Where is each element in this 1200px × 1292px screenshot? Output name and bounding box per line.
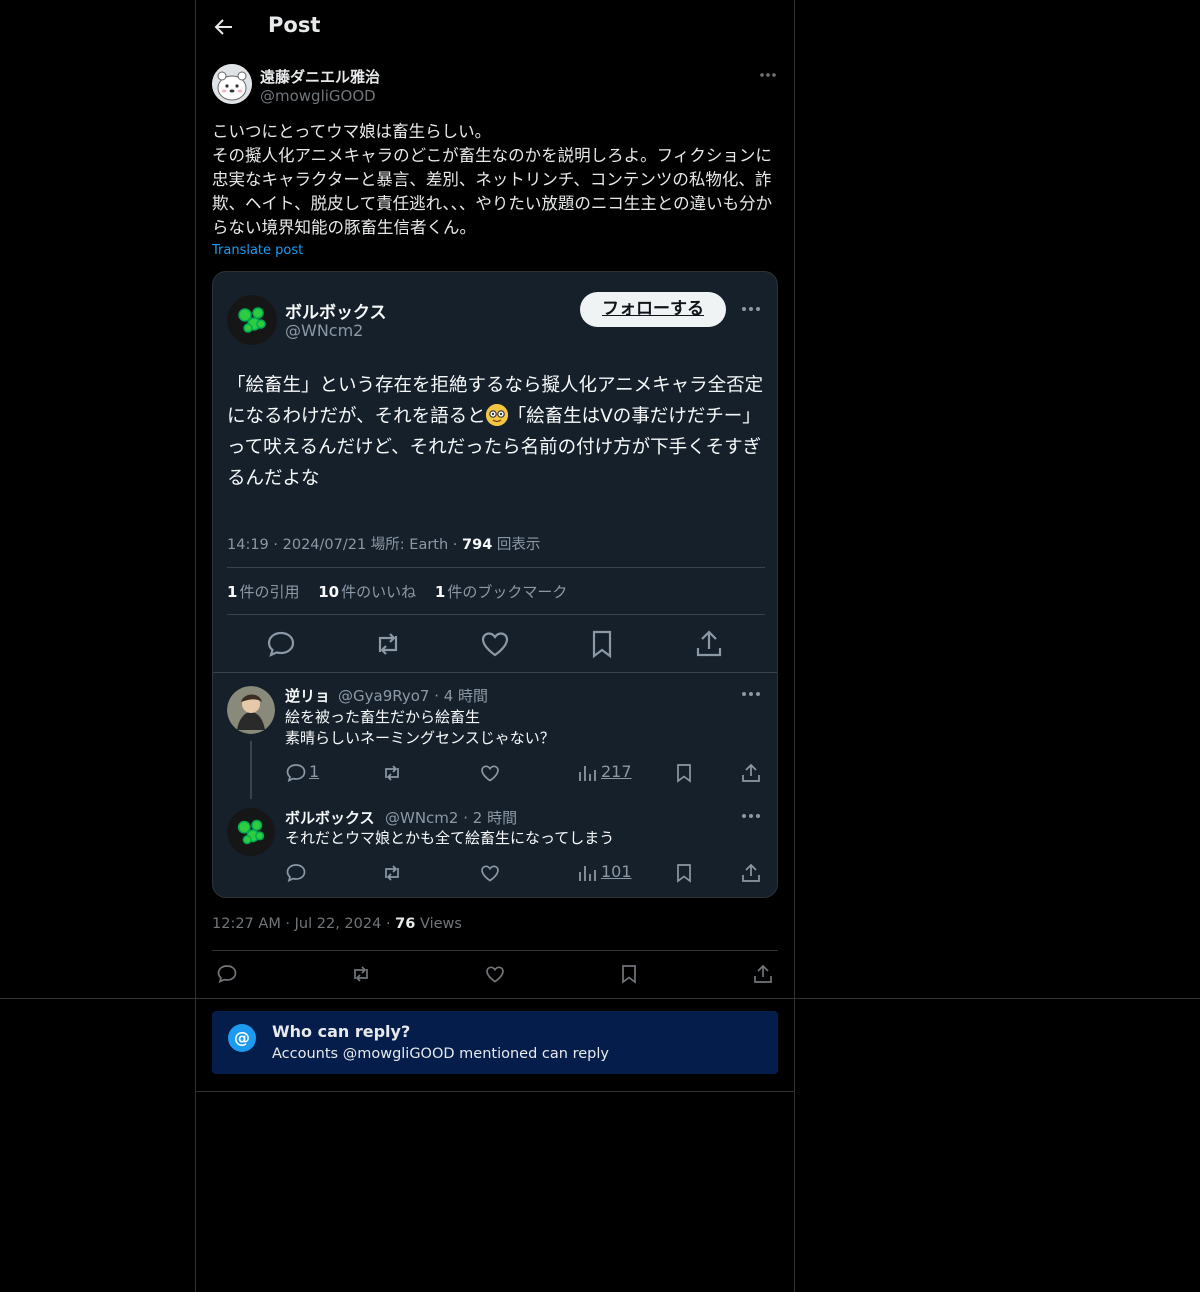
bookmarks-count: 1 [434, 583, 446, 601]
heart-icon [479, 762, 501, 784]
bookmarks-stat: 1 件のブックマーク [435, 583, 567, 601]
heart-icon [479, 862, 501, 884]
likes-label: 件のいいね [341, 583, 417, 601]
embed-text: 「絵畜生」という存在を拒絶するなら擬人化アニメキャラ全否定になるわけだが、それを… [227, 370, 767, 494]
quotes-count: 1 [227, 583, 238, 601]
reply-avatar [227, 808, 275, 856]
quotes-stat: 1 件の引用 [227, 583, 299, 601]
views-count: 101 [601, 862, 632, 881]
post-views-count: 76 [395, 916, 416, 932]
anime-avatar-icon [227, 686, 275, 734]
reply-text: それだとウマ娘とかも全て絵畜生になってしまう [285, 829, 615, 847]
likes-count: 10 [318, 583, 340, 601]
who-can-reply-banner: @ Who can reply? Accounts @mowgliGOOD me… [212, 1011, 778, 1074]
bookmarks-label: 件のブックマーク [447, 583, 568, 601]
post-timestamp: 12:27 AM · Jul 22, 2024 · 76 Views [212, 916, 462, 932]
arrow-left-icon [214, 19, 232, 35]
bookmark-icon [622, 965, 636, 984]
embed-more-icon [739, 300, 763, 318]
post-time[interactable]: 12:27 AM [212, 916, 281, 932]
reply-count: 1 [309, 762, 320, 781]
reply-more-icon [739, 807, 763, 825]
views-icon [577, 762, 599, 784]
retweet-icon [381, 762, 403, 784]
embed-replies: 逆リョ @Gya9Ryo7 · 4 時間 絵を被った畜生だから絵畜生 素晴らしい… [213, 672, 777, 897]
post-text: こいつにとってウマ娘は畜生らしい。 その擬人化アニメキャラのどこが畜生なのかを説… [212, 122, 773, 237]
retweet-icon [372, 628, 404, 660]
avatar[interactable] [212, 64, 252, 104]
more-dots-icon [760, 73, 776, 77]
back-button[interactable] [212, 16, 236, 38]
translate-link[interactable]: Translate post [212, 243, 303, 258]
reply-meta: @WNcm2 · 2 時間 [385, 809, 518, 827]
nerd-face-emoji-icon [485, 404, 508, 426]
share-icon [754, 964, 772, 983]
more-options-button[interactable] [756, 66, 780, 84]
embed-stats: 1 件の引用 10 件のいいね 1 件のブックマーク [227, 581, 581, 602]
volvox-avatar-icon [227, 295, 277, 345]
heart-icon [486, 966, 504, 983]
views-icon [577, 862, 599, 884]
reply-author-name: ボルボックス [285, 809, 375, 827]
author-name[interactable]: 遠藤ダニエル雅治 [260, 66, 380, 87]
heart-icon [479, 628, 511, 660]
views-count: 217 [601, 762, 632, 781]
reply-button[interactable] [216, 963, 238, 985]
bookmark-button[interactable] [618, 963, 640, 985]
who-can-reply-subtitle: Accounts @mowgliGOOD mentioned can reply [272, 1046, 609, 1062]
divider [0, 998, 1200, 999]
retweet-icon [354, 966, 368, 982]
more-dots-icon [742, 307, 760, 311]
bookmark-icon [673, 762, 695, 784]
embed-author-handle: @WNcm2 [285, 321, 364, 340]
bear-avatar-icon [212, 64, 252, 104]
quotes-label: 件の引用 [239, 583, 300, 601]
like-button[interactable] [484, 963, 506, 985]
post-date[interactable]: Jul 22, 2024 [295, 916, 382, 932]
embedded-image[interactable]: ボルボックス @WNcm2 フォローする 「絵畜生」という存在を拒絶するなら擬人… [212, 271, 778, 898]
reply-text: 絵を被った畜生だから絵畜生 素晴らしいネーミングセンスじゃない？ [285, 708, 555, 747]
reply-icon [285, 862, 307, 884]
thread-line [250, 741, 252, 799]
share-icon [693, 628, 725, 660]
bookmark-icon [586, 628, 618, 660]
page-title: Post [268, 13, 321, 37]
bookmark-icon [673, 862, 695, 884]
reply-meta: @Gya9Ryo7 · 4 時間 [338, 687, 489, 705]
divider [195, 1091, 795, 1092]
mention-icon: @ [228, 1024, 256, 1052]
divider [212, 950, 778, 951]
repost-button[interactable] [350, 963, 372, 985]
reply-avatar [227, 686, 275, 734]
reply-more-icon [739, 685, 763, 703]
reply-author-name: 逆リョ [285, 687, 331, 705]
author-handle[interactable]: @mowgliGOOD [260, 87, 376, 105]
embed-meta-views-label: 回表示 [492, 537, 541, 553]
retweet-icon [381, 862, 403, 884]
embed-avatar [227, 295, 277, 345]
reply-icon [265, 628, 297, 660]
share-icon [740, 762, 762, 784]
embed-meta: 14:19 · 2024/07/21 場所: Earth · 794 回表示 [227, 533, 540, 554]
embed-author-name: ボルボックス [285, 303, 387, 323]
divider [227, 567, 765, 568]
who-can-reply-title: Who can reply? [272, 1022, 411, 1041]
reply-icon [285, 762, 307, 784]
follow-button: フォローする [580, 292, 726, 327]
embed-meta-date: 14:19 · 2024/07/21 場所: Earth · [227, 537, 463, 553]
reply-icon [217, 965, 237, 984]
divider [227, 614, 765, 615]
volvox-avatar-icon [227, 808, 275, 856]
post-views-label: Views [419, 916, 462, 932]
likes-stat: 10 件のいいね [318, 583, 416, 601]
embed-meta-views: 794 [462, 537, 493, 553]
share-button[interactable] [752, 963, 774, 985]
share-icon [740, 862, 762, 884]
